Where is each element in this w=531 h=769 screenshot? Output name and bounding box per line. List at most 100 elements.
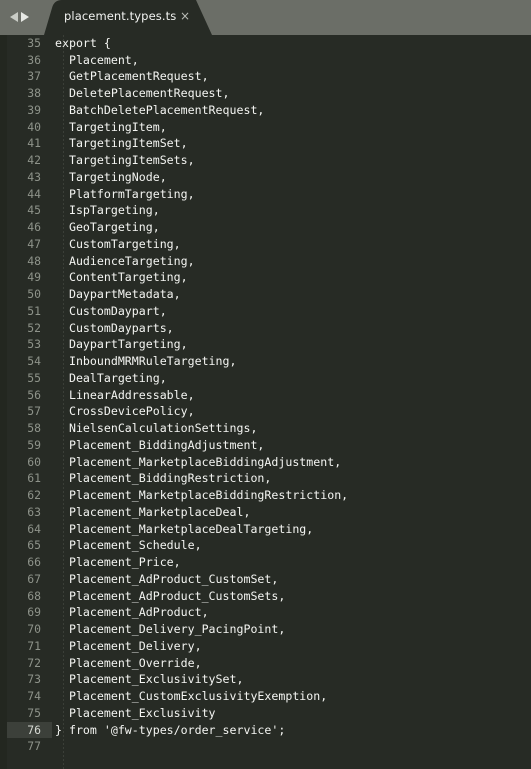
code-line[interactable]: 44 PlatformTargeting, — [0, 186, 531, 203]
code-text: Placement_AdProduct, — [55, 605, 209, 620]
code-text: PlatformTargeting, — [55, 186, 195, 201]
code-line[interactable]: 43 TargetingNode, — [0, 169, 531, 186]
code-line[interactable]: 46 GeoTargeting, — [0, 219, 531, 236]
code-text: BatchDeletePlacementRequest, — [55, 102, 265, 117]
code-text: CustomDayparts, — [55, 320, 174, 335]
code-line[interactable]: 73 Placement_ExclusivitySet, — [0, 671, 531, 688]
code-line[interactable]: 54 InboundMRMRuleTargeting, — [0, 353, 531, 370]
code-line[interactable]: 41 TargetingItemSet, — [0, 135, 531, 152]
code-line[interactable]: 75 Placement_Exclusivity — [0, 705, 531, 722]
line-number: 74 — [27, 689, 41, 703]
code-editor[interactable]: 3435export {36 Placement,37 GetPlacement… — [0, 35, 531, 769]
code-line[interactable]: 66 Placement_Price, — [0, 554, 531, 571]
code-line[interactable]: 60 Placement_MarketplaceBiddingAdjustmen… — [0, 454, 531, 471]
line-number: 36 — [27, 52, 41, 67]
code-line[interactable]: 59 Placement_BiddingAdjustment, — [0, 437, 531, 454]
line-number: 66 — [27, 555, 41, 569]
line-number: 65 — [27, 538, 41, 553]
line-number: 50 — [27, 287, 41, 301]
code-line[interactable]: 55 DealTargeting, — [0, 370, 531, 387]
line-number: 41 — [27, 136, 41, 151]
code-text: Placement_Price, — [55, 555, 181, 569]
code-text: ContentTargeting, — [55, 270, 188, 285]
line-number: 43 — [27, 169, 41, 184]
code-line[interactable]: 70 Placement_Delivery_PacingPoint, — [0, 621, 531, 638]
code-text: Placement_BiddingRestriction, — [55, 471, 272, 486]
editor-window: placement.types.ts × 3435export {36 Plac… — [0, 0, 531, 769]
close-icon[interactable]: × — [178, 9, 192, 23]
line-number: 47 — [27, 236, 41, 251]
line-number: 64 — [27, 521, 41, 536]
line-number: 77 — [27, 739, 41, 754]
code-line[interactable]: 37 GetPlacementRequest, — [0, 68, 531, 85]
code-line[interactable]: 72 Placement_Override, — [0, 655, 531, 672]
code-line[interactable]: 74 Placement_CustomExclusivityExemption, — [0, 688, 531, 705]
line-number: 71 — [27, 638, 41, 653]
code-line[interactable]: 50 DaypartMetadata, — [0, 286, 531, 303]
code-line[interactable]: 64 Placement_MarketplaceDealTargeting, — [0, 521, 531, 538]
code-line[interactable]: 42 TargetingItemSets, — [0, 152, 531, 169]
code-line[interactable]: 47 CustomTargeting, — [0, 236, 531, 253]
code-line[interactable]: 35 export { — [0, 35, 531, 52]
code-text: Placement_Schedule, — [55, 538, 202, 553]
code-line[interactable]: 48 AudienceTargeting, — [0, 253, 531, 270]
code-line[interactable]: 40 TargetingItem, — [0, 119, 531, 136]
code-text: Placement_Exclusivity — [55, 705, 216, 720]
line-number: 76 — [0, 721, 52, 739]
code-text: GeoTargeting, — [55, 220, 160, 234]
line-number: 57 — [27, 404, 41, 419]
code-line[interactable]: 69 Placement_AdProduct, — [0, 604, 531, 621]
code-line[interactable]: 57 CrossDevicePolicy, — [0, 403, 531, 420]
line-number: 69 — [27, 605, 41, 620]
line-number: 75 — [27, 705, 41, 720]
code-line[interactable]: 61 Placement_BiddingRestriction, — [0, 470, 531, 487]
line-number: 46 — [27, 220, 41, 234]
code-text: Placement_AdProduct_CustomSets, — [55, 588, 286, 603]
code-line[interactable]: 65 Placement_Schedule, — [0, 537, 531, 554]
line-number: 55 — [27, 370, 41, 385]
code-line[interactable]: 58 NielsenCalculationSettings, — [0, 420, 531, 437]
code-line[interactable]: 45 IspTargeting, — [0, 202, 531, 219]
code-line[interactable]: 76} from '@fw-types/order_service'; — [0, 721, 531, 739]
triangle-left-icon[interactable] — [10, 12, 18, 22]
tab-navigation-arrows[interactable] — [10, 9, 40, 25]
triangle-right-icon[interactable] — [21, 12, 29, 22]
code-line[interactable]: 38 DeletePlacementRequest, — [0, 85, 531, 102]
code-line[interactable]: 39 BatchDeletePlacementRequest, — [0, 102, 531, 119]
code-text: IspTargeting, — [55, 203, 160, 218]
code-text: CustomDaypart, — [55, 303, 167, 318]
line-number: 68 — [27, 588, 41, 603]
tab-label: placement.types.ts — [64, 9, 177, 23]
line-number: 61 — [27, 471, 41, 486]
code-text: Placement, — [55, 52, 139, 67]
line-number: 54 — [27, 354, 41, 368]
line-number: 53 — [27, 337, 41, 352]
code-line[interactable]: 63 Placement_MarketplaceDeal, — [0, 504, 531, 521]
code-line[interactable]: 36 Placement, — [0, 52, 531, 69]
code-line[interactable]: 51 CustomDaypart, — [0, 303, 531, 320]
code-line[interactable]: 71 Placement_Delivery, — [0, 638, 531, 655]
code-line[interactable]: 67 Placement_AdProduct_CustomSet, — [0, 571, 531, 588]
line-number: 58 — [27, 421, 41, 435]
code-text: CrossDevicePolicy, — [55, 404, 195, 419]
code-text: export { — [55, 35, 111, 50]
code-line[interactable]: 68 Placement_AdProduct_CustomSets, — [0, 588, 531, 605]
code-line[interactable]: 62 Placement_MarketplaceBiddingRestricti… — [0, 487, 531, 504]
code-text: Placement_MarketplaceBiddingRestriction, — [55, 488, 349, 502]
line-number: 42 — [27, 153, 41, 167]
code-line[interactable]: 52 CustomDayparts, — [0, 320, 531, 337]
line-number: 62 — [27, 488, 41, 502]
code-text: Placement_BiddingAdjustment, — [55, 437, 265, 452]
line-number: 60 — [27, 454, 41, 469]
code-text: TargetingItemSets, — [55, 153, 195, 167]
code-line[interactable]: 56 LinearAddressable, — [0, 387, 531, 404]
code-text: Placement_ExclusivitySet, — [55, 672, 244, 687]
code-text: DeletePlacementRequest, — [55, 86, 230, 100]
tab-placement-types-ts[interactable]: placement.types.ts × — [38, 0, 220, 35]
code-text: Placement_CustomExclusivityExemption, — [55, 689, 328, 703]
code-line[interactable]: 53 DaypartTargeting, — [0, 336, 531, 353]
code-line[interactable]: 49 ContentTargeting, — [0, 269, 531, 286]
code-line[interactable]: 77 — [0, 738, 531, 755]
code-text: DaypartTargeting, — [55, 337, 188, 352]
line-number: 39 — [27, 102, 41, 117]
